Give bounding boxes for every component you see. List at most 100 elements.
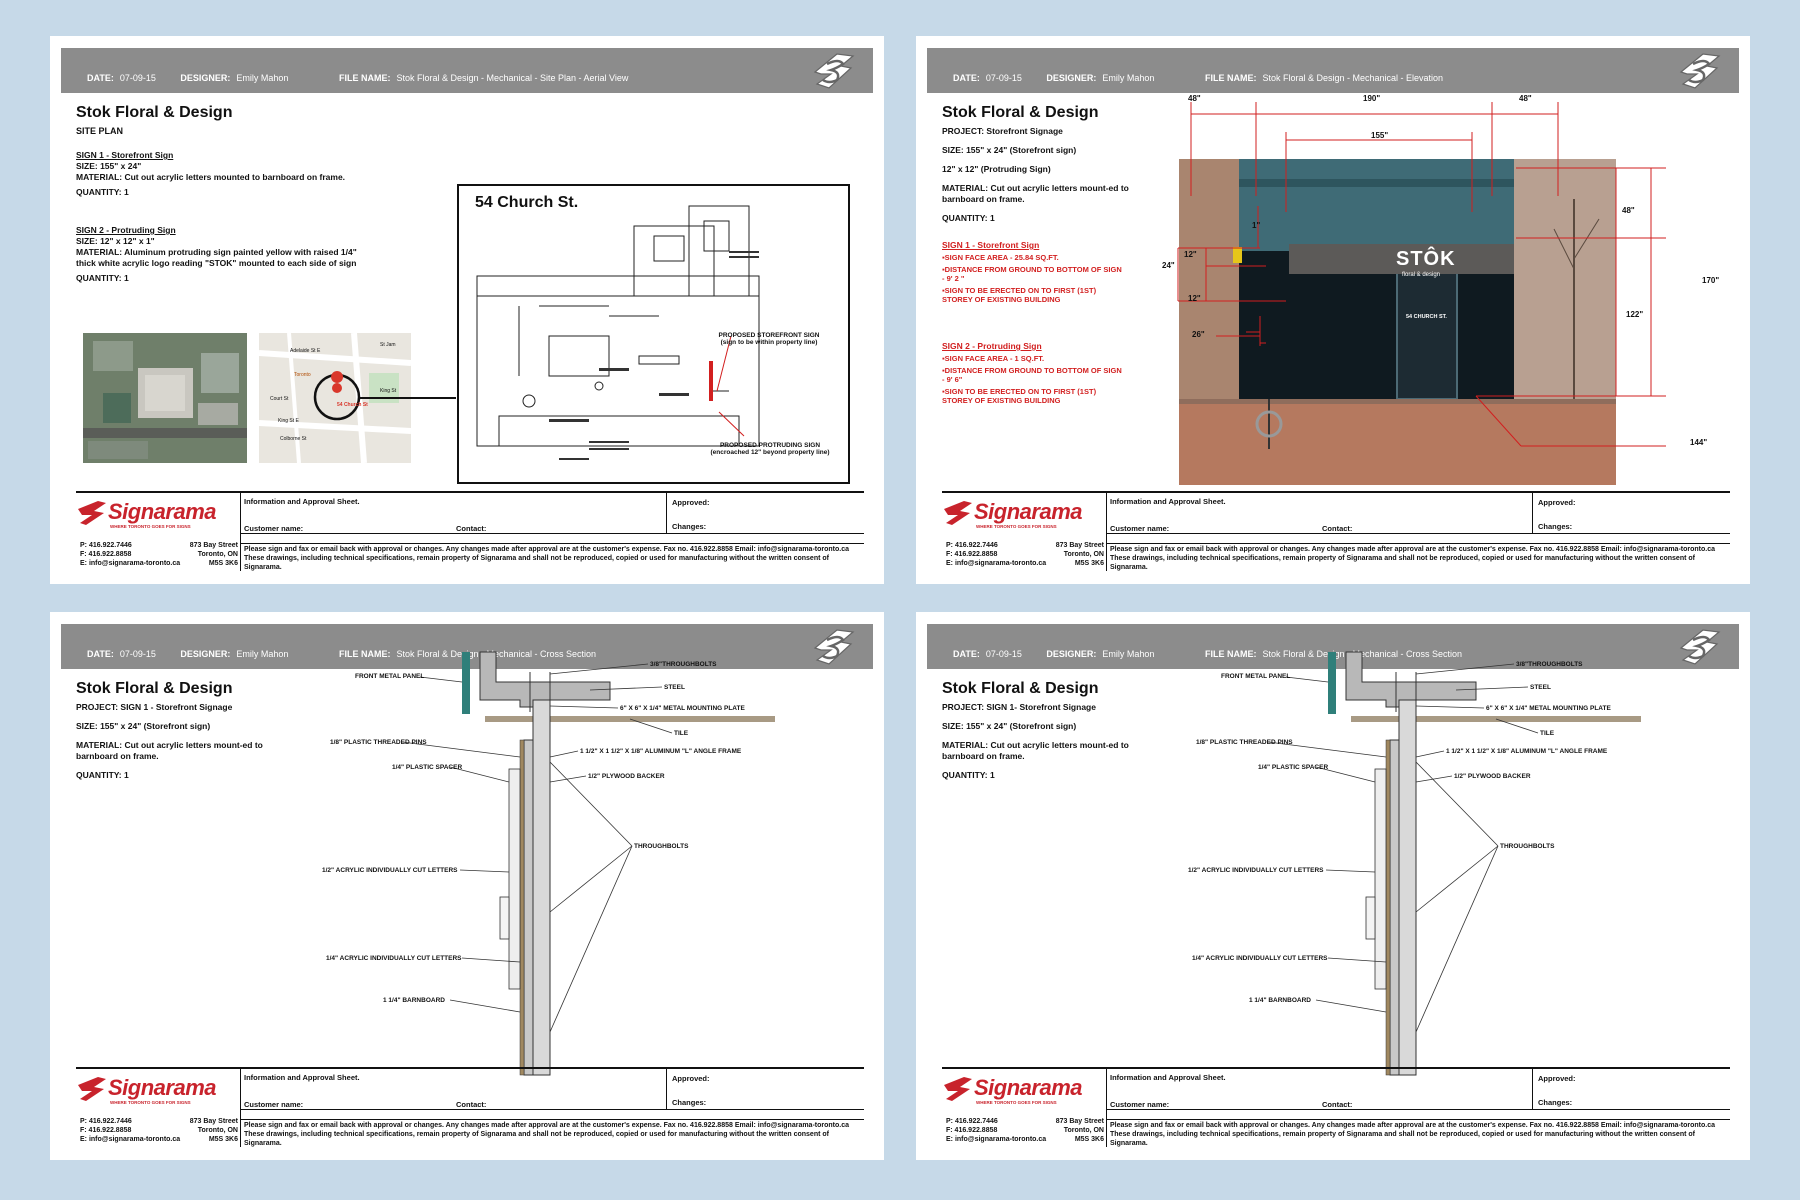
address: 873 Bay Street Toronto, ON M5S 3K6 <box>189 1118 238 1143</box>
sheet-elevation: DATE: 07-09-15 DESIGNER: Emily Mahon FILE … <box>916 36 1750 584</box>
contact-info: P: 416.922.7446 F: 416.922.8858 E: info@si… <box>80 1118 181 1143</box>
info-title: Information and Approval Sheet. <box>1110 497 1226 506</box>
map-label: King St E <box>278 418 299 424</box>
signarama-s-logo-icon <box>813 53 855 89</box>
label-tile: TILE <box>1540 730 1555 737</box>
label-frame: 1 1/2" X 1 1/2" X 1/8" ALUMINUM "L" ANGL… <box>580 748 742 755</box>
callout-leader-line <box>549 845 633 1033</box>
label-tile: TILE <box>674 730 689 737</box>
sheet-cross-section: DATE: 07-09-15 DESIGNER: Emily Mahon FILE … <box>916 612 1750 1160</box>
dim-label: 1" <box>1252 221 1261 230</box>
changes-label: Changes: <box>1538 1098 1573 1107</box>
callout-leader-line <box>549 663 649 675</box>
contact-info: P: 416.922.7446 F: 416.922.8858 E: info@si… <box>946 1118 1047 1143</box>
customer-name-label: Customer name: <box>244 1100 304 1109</box>
fine-print: Please sign and fax or email back with a… <box>244 1122 850 1147</box>
callout-leader-line <box>1415 845 1499 1033</box>
brand-name: Signarama <box>108 499 217 524</box>
label-pins: 1/8" PLASTIC THREADED PINS <box>330 739 427 746</box>
address: 873 Bay Street Toronto, ON M5S 3K6 <box>1055 1118 1104 1143</box>
label-spacer: 1/4" PLASTIC SPACER <box>392 764 463 771</box>
sheet-cross-section: DATE: 07-09-15 DESIGNER: Emily Mahon FILE … <box>50 612 884 1160</box>
contact-info: P: 416.922.7446 F: 416.922.8858 E: info@si… <box>80 542 181 567</box>
label-acrylic-quarter: 1/4" ACRYLIC INDIVIDUALLY CUT LETTERS <box>326 955 462 962</box>
header-fields: DATE: 07-09-15 DESIGNER: Emily Mahon FILE … <box>87 73 629 83</box>
label-plywood: 1/2" PLYWOOD BACKER <box>588 773 665 780</box>
callout-leader-line <box>549 845 633 913</box>
callout-leader-line <box>419 676 463 683</box>
label-acrylic-half: 1/2" ACRYLIC INDIVIDUALLY CUT LETTERS <box>1188 867 1324 874</box>
dim-label: 26" <box>1192 330 1205 339</box>
callout-leader-line <box>549 775 587 783</box>
label-plywood: 1/2" PLYWOOD BACKER <box>1454 773 1531 780</box>
info-title: Information and Approval Sheet. <box>244 1073 360 1082</box>
map-label: St Jam <box>380 342 396 348</box>
callout-leader-line <box>1415 750 1445 758</box>
sign2-spec: SIGN 2 - Protruding Sign SIZE: 12" x 12"… <box>76 225 357 283</box>
map-connector <box>360 397 456 399</box>
dim-label: 170" <box>1702 276 1720 285</box>
plan-note-protruding: PROPOSED PROTRUDING SIGN (encroached 12" … <box>710 442 830 456</box>
approved-label: Approved: <box>1538 498 1576 507</box>
label-acrylic-quarter: 1/4" ACRYLIC INDIVIDUALLY CUT LETTERS <box>1192 955 1328 962</box>
brand-tagline: WHERE TORONTO GOES FOR SIGNS <box>976 1100 1057 1105</box>
label-barnboard: 1 1/4" BARNBOARD <box>383 997 445 1004</box>
contact-info: P: 416.922.7446 F: 416.922.8858 E: info@si… <box>946 542 1047 567</box>
label-barnboard: 1 1/4" BARNBOARD <box>1249 997 1311 1004</box>
label-frame: 1 1/2" X 1 1/2" X 1/8" ALUMINUM "L" ANGL… <box>1446 748 1608 755</box>
contact-label: Contact: <box>456 1100 487 1109</box>
approval-footer: Signarama WHERE TORONTO GOES FOR SIGNS P… <box>942 491 1730 571</box>
label-plate: 6" X 6" X 1/4" METAL MOUNTING PLATE <box>620 705 745 712</box>
label-steel: STEEL <box>1530 684 1551 691</box>
label-spacer: 1/4" PLASTIC SPACER <box>1258 764 1329 771</box>
map-label: Toronto <box>294 372 311 378</box>
callout-leader-line <box>459 869 510 873</box>
contact-label: Contact: <box>456 524 487 533</box>
label-acrylic-half: 1/2" ACRYLIC INDIVIDUALLY CUT LETTERS <box>322 867 458 874</box>
aerial-photo <box>83 333 247 463</box>
callout-leader-line <box>549 750 579 758</box>
dim-label: 24" <box>1162 261 1175 270</box>
dim-label: 48" <box>1188 94 1201 103</box>
brand-tagline: WHERE TORONTO GOES FOR SIGNS <box>976 524 1057 529</box>
changes-label: Changes: <box>672 522 707 531</box>
approved-label: Approved: <box>672 498 710 507</box>
contact-label: Contact: <box>1322 524 1353 533</box>
callout-leader-line <box>1315 999 1387 1013</box>
callout-leader-line <box>449 999 521 1013</box>
label-pins: 1/8" PLASTIC THREADED PINS <box>1196 739 1293 746</box>
dim-label: 12" <box>1188 294 1201 303</box>
map-label: Adelaide St E <box>290 348 321 354</box>
brand-tagline: WHERE TORONTO GOES FOR SIGNS <box>110 524 191 529</box>
plan-note-storefront: PROPOSED STOREFRONT SIGN (sign to be with… <box>718 332 820 346</box>
customer-name-label: Customer name: <box>1110 1100 1170 1109</box>
address: 873 Bay Street Toronto, ON M5S 3K6 <box>189 542 238 567</box>
changes-label: Changes: <box>672 1098 707 1107</box>
label-throughbolts-top: 3/8"THROUGHBOLTS <box>1516 661 1583 668</box>
dim-label: 155" <box>1371 131 1389 140</box>
sheet-header: DATE: 07-09-15 DESIGNER: Emily Mahon FILE … <box>61 48 873 93</box>
approval-footer: Signarama WHERE TORONTO GOES FOR SIGNS P… <box>942 1067 1730 1147</box>
address: 873 Bay Street Toronto, ON M5S 3K6 <box>1055 542 1104 567</box>
fine-print: Please sign and fax or email back with a… <box>1110 1122 1716 1147</box>
dim-label: 122" <box>1626 310 1644 319</box>
page-subtitle: SITE PLAN <box>76 126 124 136</box>
contact-label: Contact: <box>1322 1100 1353 1109</box>
brand-name: Signarama <box>974 1075 1083 1100</box>
dim-label: 48" <box>1622 206 1635 215</box>
changes-label: Changes: <box>1538 522 1573 531</box>
callout-leader-line <box>1325 869 1376 873</box>
label-throughbolts-top: 3/8"THROUGHBOLTS <box>650 661 717 668</box>
callout-leader-line <box>1415 845 1499 913</box>
dim-label: 144" <box>1690 438 1708 447</box>
info-title: Information and Approval Sheet. <box>244 497 360 506</box>
brand-name: Signarama <box>974 499 1083 524</box>
floor-plan-frame: 54 Church St. PROPOSED STOREFRONT SIGN (… <box>457 184 850 484</box>
map-label: Court St <box>270 396 289 402</box>
page-title: Stok Floral & Design <box>76 104 233 121</box>
label-plate: 6" X 6" X 1/4" METAL MOUNTING PLATE <box>1486 705 1611 712</box>
label-front-panel: FRONT METAL PANEL <box>1221 673 1291 680</box>
callout-leader-line <box>1415 705 1485 709</box>
fine-print: Please sign and fax or email back with a… <box>244 546 850 571</box>
callout-leader-line <box>549 705 619 709</box>
